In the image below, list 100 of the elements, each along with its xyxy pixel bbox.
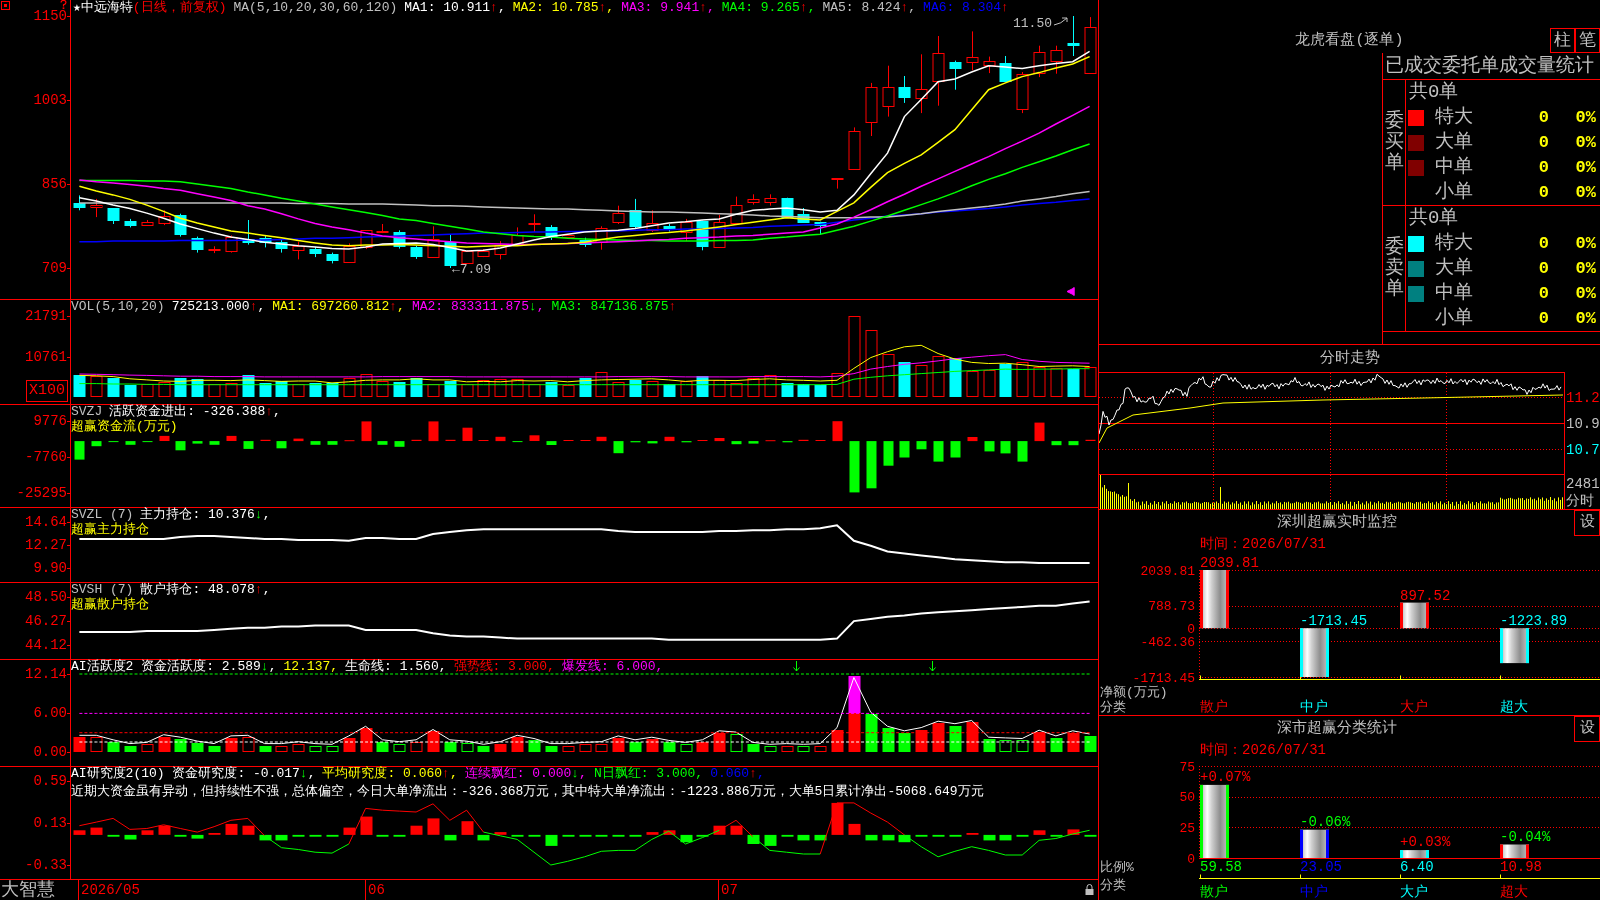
indicator-value: 连续飘红: 0.000↓, xyxy=(464,767,587,781)
axis-label: 46.27 xyxy=(25,614,67,629)
value-label: -1223.89 xyxy=(1500,613,1568,630)
indicator-value: SVSH (7) xyxy=(71,583,134,597)
category-label: 超大 xyxy=(1500,699,1528,715)
indicator-value: MA2: 833311.875↓, xyxy=(411,300,545,314)
indicator-value: AI活跃度2 资金活跃度: 2.589↓, xyxy=(71,660,277,674)
axis-label: 2481 xyxy=(1566,476,1600,492)
order-percent: 0% xyxy=(1574,131,1597,154)
indicator-value: 725213.000↑, xyxy=(171,300,266,314)
order-percent: 0% xyxy=(1574,181,1597,204)
indicator-value: 平均研究度: 0.060↑, xyxy=(322,767,458,781)
axis-label: 50 xyxy=(1179,790,1195,806)
date-label: 2026/05 xyxy=(78,880,140,900)
order-size-label: 小单 xyxy=(1435,306,1473,331)
indicator-value: MA2: 10.785↑, xyxy=(512,0,615,15)
chart-title: 深市超赢分类统计 xyxy=(1275,718,1398,739)
indicator-value: MA1: 10.911↑, xyxy=(404,0,506,15)
axis-label: 1003 xyxy=(33,93,67,107)
indicator-value: MA4: 9.265↑, xyxy=(721,0,816,15)
axis-label: 11.2 xyxy=(1566,390,1600,406)
indicator-value: MA6: 8.304↑ xyxy=(923,0,1009,15)
indicator-value: 生命线: 1.560, xyxy=(345,660,447,674)
order-percent: 0% xyxy=(1574,232,1597,255)
axis-label: 12.27 xyxy=(25,538,67,552)
indicator-value: 爆发线: 6.000, xyxy=(561,660,664,674)
order-size-label: 中单 xyxy=(1435,281,1473,306)
category-label: 超大 xyxy=(1500,884,1528,900)
category-label: 散户 xyxy=(1200,699,1228,715)
order-count: 0 xyxy=(1537,282,1549,305)
timestamp: 时间：2026/07/31 xyxy=(1200,536,1326,552)
change-label: +0.07% xyxy=(1200,768,1251,785)
value-label: 10.98 xyxy=(1500,859,1542,875)
unit-label: X100 xyxy=(26,380,68,402)
order-size-label: 大单 xyxy=(1435,256,1473,281)
indicator-value: VOL(5,10,20) xyxy=(71,300,165,314)
chart-title: 分时走势 xyxy=(1318,348,1381,369)
axis-label: 6.00 xyxy=(33,706,67,721)
axis-label: -462.36 xyxy=(1140,634,1195,650)
change-label: -0.04% xyxy=(1500,828,1551,845)
axis-label: -25295 xyxy=(16,486,67,500)
axis-label: 10.9 xyxy=(1566,416,1600,432)
panel-title: 龙虎看盘(逐单) xyxy=(1294,30,1405,51)
category-label: 散户 xyxy=(1200,884,1228,900)
order-size-label: 小单 xyxy=(1435,180,1473,205)
order-percent: 0% xyxy=(1574,257,1597,280)
indicator-value: N日飘红: 3.000, xyxy=(593,767,704,781)
indicator-value: 0.060↑, xyxy=(710,767,765,781)
indicator-value: 散户持仓: 48.078↑, xyxy=(140,583,271,597)
indicator-value: MA5: 8.424↑, xyxy=(822,0,917,15)
axis-label: 9776 xyxy=(33,414,67,428)
side-label: 委卖单 xyxy=(1384,237,1404,300)
indicator-value: MA1: 697260.812↑, xyxy=(272,300,405,314)
axis-label: -1713.45 xyxy=(1132,670,1195,686)
indicator-value: 12.137, xyxy=(283,660,339,674)
axis-label: 0.13 xyxy=(33,816,67,830)
date-label: 07 xyxy=(718,880,738,900)
indicator-subtitle: 超赢散户持仓 xyxy=(71,598,149,611)
high-price-label: 11.50 xyxy=(1013,16,1052,31)
axis-label: -7760 xyxy=(25,450,67,464)
order-count: 0 xyxy=(1537,232,1549,255)
order-count: 0 xyxy=(1537,156,1549,179)
axis-label: 1150 xyxy=(33,9,67,23)
axis-label: 0.00 xyxy=(33,745,67,759)
axis-title: 分类 xyxy=(1100,700,1126,715)
low-price-label: ←7.09 xyxy=(452,262,491,277)
value-label: 6.40 xyxy=(1400,859,1434,875)
stock-name: ★中远海特 xyxy=(73,0,133,15)
date-label: 06 xyxy=(365,880,385,900)
order-size-label: 中单 xyxy=(1435,155,1473,180)
value-label: -1713.45 xyxy=(1300,613,1368,630)
timestamp: 时间：2026/07/31 xyxy=(1200,742,1326,758)
axis-label: 10.7 xyxy=(1566,442,1600,458)
analysis-comment: 近期大资金虽有异动，但持续性不强，总体偏空，今日大单净流出：-326.368万元，其中特大单净流出：-1223.886万元，大单5日累计净出-5068.649万元 xyxy=(71,784,984,799)
indicator-value: MA3: 9.941↑, xyxy=(621,0,715,15)
indicator-subtitle: 超赢资金流(万元) xyxy=(71,420,178,433)
order-size-label: 特大 xyxy=(1435,231,1473,256)
axis-label: 0.59 xyxy=(33,774,67,788)
side-label: 委买单 xyxy=(1384,111,1404,174)
indicator-name: MA(5,10,20,30,60,120) xyxy=(233,0,398,15)
category-label: 大户 xyxy=(1400,884,1428,900)
value-label: 59.58 xyxy=(1200,859,1242,875)
value-label: 897.52 xyxy=(1400,587,1451,604)
axis-label: 10761 xyxy=(25,350,67,364)
indicator-value: SVZL (7) xyxy=(71,508,134,522)
axis-label: 788.73 xyxy=(1148,599,1195,615)
order-size-label: 大单 xyxy=(1435,130,1473,155)
order-percent: 0% xyxy=(1574,156,1597,179)
order-count: 0 xyxy=(1537,307,1549,330)
axis-label: -0.33 xyxy=(25,858,67,872)
indicator-value: 强势线: 3.000, xyxy=(453,660,555,674)
order-size-label: 特大 xyxy=(1435,105,1473,130)
axis-label: 709 xyxy=(41,261,67,275)
axis-label: 48.50 xyxy=(25,590,67,604)
indicator-value: MA3: 847136.875↑ xyxy=(551,300,677,314)
value-label: 23.05 xyxy=(1300,859,1342,875)
axis-title: 比例% xyxy=(1100,860,1134,875)
change-label: -0.06% xyxy=(1300,813,1351,830)
order-count: 0 xyxy=(1537,257,1549,280)
chart-title: 深圳超赢实时监控 xyxy=(1275,512,1398,533)
